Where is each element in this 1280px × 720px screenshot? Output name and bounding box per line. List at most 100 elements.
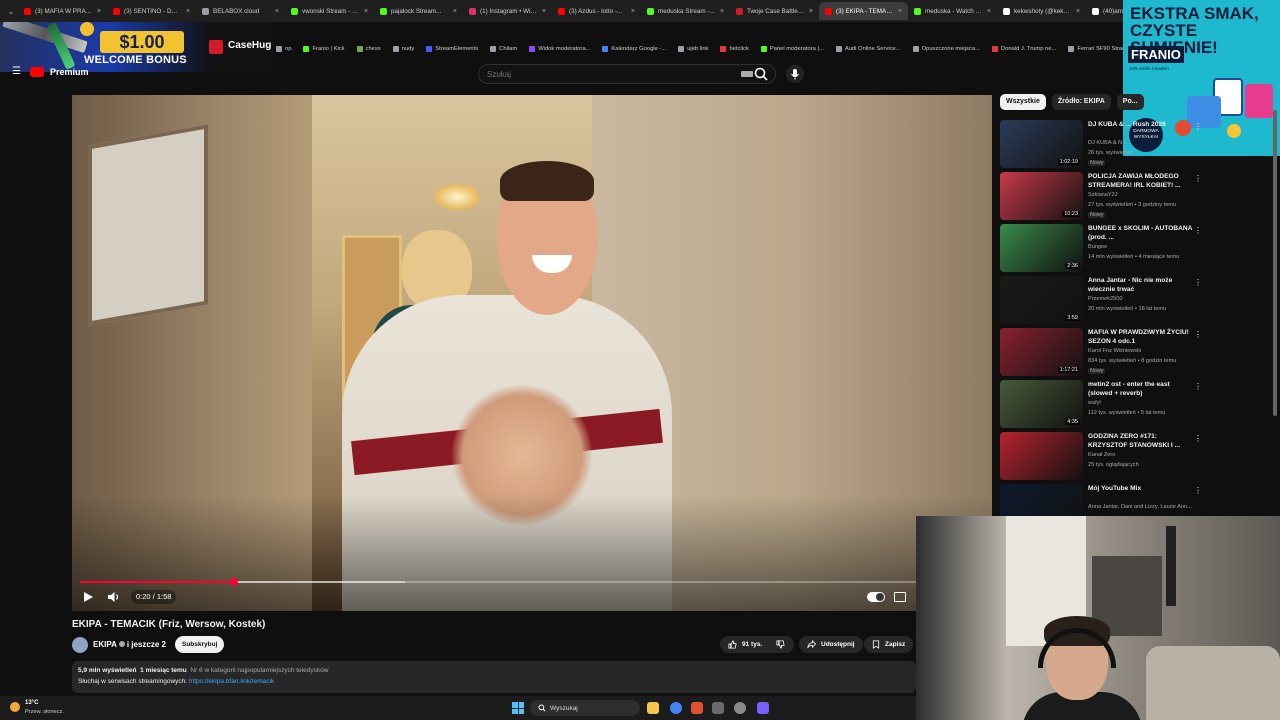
recommendation-item[interactable]: 10:23 POLICJA ZAWIJA MŁODEGO STREAMERA! I… — [1000, 172, 1204, 224]
recommendation-item[interactable]: 4:35 metin2 ost - enter the east (slowed … — [1000, 380, 1204, 432]
recommendation-item[interactable]: 3:59 Anna Jantar - Nic nie może wiecznie … — [1000, 276, 1204, 328]
search-icon[interactable] — [752, 66, 770, 82]
browser-tab[interactable]: BELABOX cloud × — [196, 2, 285, 20]
browser-tab[interactable]: meduska Stream -... × — [641, 2, 730, 20]
dislike-button[interactable] — [770, 636, 794, 653]
bookmark-item[interactable]: ujeb link — [678, 46, 708, 52]
browser-tab[interactable]: Twoje Case Battle -... × — [730, 2, 819, 20]
recommendation-item[interactable]: 1:17:21 MAFIA W PRAWDZIWYM ŻYCIU! SEZON 4… — [1000, 328, 1204, 380]
video-thumbnail[interactable]: 1:17:21 — [1000, 328, 1083, 376]
progress-scrubber[interactable] — [229, 578, 238, 586]
close-icon[interactable]: × — [275, 8, 279, 15]
more-options-icon[interactable]: ⋮ — [1194, 278, 1202, 287]
video-player[interactable] — [72, 95, 992, 611]
progress-bar[interactable] — [80, 578, 984, 586]
browser-tab[interactable]: (1) Instagram • Wia... × — [463, 2, 552, 20]
more-options-icon[interactable]: ⋮ — [1194, 122, 1202, 131]
play-icon[interactable] — [82, 591, 94, 603]
filter-chip[interactable]: Wszystkie — [1000, 94, 1046, 110]
search-input[interactable] — [487, 69, 741, 79]
video-thumbnail[interactable]: 4:35 — [1000, 380, 1083, 428]
browser-tab[interactable]: (3) SENTINO - DYL... × — [107, 2, 196, 20]
close-icon[interactable]: × — [898, 8, 902, 15]
streaming-link[interactable]: https://ekipa.bfan.link/temacik — [189, 678, 274, 685]
scrollbar[interactable] — [1273, 110, 1277, 416]
recommendation-channel[interactable]: SzklanaY2J — [1088, 192, 1118, 198]
filter-chip[interactable]: Źródło: EKIPA — [1051, 94, 1111, 110]
browser-tab[interactable]: (3) EKIPA - TEMACI... × — [819, 2, 908, 20]
bookmark-item[interactable]: Opuszczone miejsca... — [912, 46, 980, 52]
bookmark-item[interactable]: chess — [356, 46, 381, 52]
app-icon[interactable] — [691, 702, 703, 714]
bookmark-item[interactable]: Chilam — [490, 46, 517, 52]
recommendation-title[interactable]: GODZINA ZERO #171: KRZYSZTOF STANOWSKI I… — [1088, 432, 1196, 450]
recommendation-title[interactable]: BUNGEE x SKOLIM - AUTOBANA (prod. ... — [1088, 224, 1196, 242]
close-icon[interactable]: × — [631, 8, 635, 15]
theater-mode-icon[interactable] — [894, 592, 906, 602]
channel-name[interactable]: EKIPA i jeszcze 2 — [93, 640, 166, 649]
settings-icon[interactable] — [734, 702, 746, 714]
browser-tab[interactable]: pajalock Stream... × — [374, 2, 463, 20]
volume-icon[interactable] — [107, 591, 121, 603]
recommendation-channel[interactable]: wafyl — [1088, 400, 1101, 406]
browser-tab[interactable]: (3) MAFIA W PRAW... × — [18, 2, 107, 20]
recommendation-title[interactable]: MAFIA W PRAWDZIWYM ŻYCIU! SEZON 4 odc.1 — [1088, 328, 1196, 346]
browser-tab[interactable]: (3) Azdus - lotto -... × — [552, 2, 641, 20]
bookmark-item[interactable]: Widok moderatora... — [529, 46, 590, 52]
video-thumbnail[interactable]: 1:02:19 — [1000, 120, 1083, 168]
save-button[interactable]: Zapisz — [864, 636, 914, 653]
recommendation-item[interactable]: 1:02:19 DJ KUBA & ... Rush 2026 DJ KUBA & … — [1000, 120, 1204, 172]
more-options-icon[interactable]: ⋮ — [1194, 382, 1202, 391]
subscribe-button[interactable]: Subskrybuj — [175, 636, 225, 653]
video-thumbnail[interactable]: 3:59 — [1000, 276, 1083, 324]
bookmark-item[interactable]: Franio | Kick — [303, 46, 345, 52]
video-thumbnail[interactable] — [1000, 432, 1083, 480]
recommendation-title[interactable]: POLICJA ZAWIJA MŁODEGO STREAMERA! IRL KO… — [1088, 172, 1196, 190]
recommendation-item[interactable]: GODZINA ZERO #171: KRZYSZTOF STANOWSKI I… — [1000, 432, 1204, 484]
close-icon[interactable]: × — [364, 8, 368, 15]
close-icon[interactable]: × — [1076, 8, 1080, 15]
recommendation-title[interactable]: metin2 ost - enter the east (slowed + re… — [1088, 380, 1196, 398]
more-options-icon[interactable]: ⋮ — [1194, 486, 1202, 495]
recommendation-item[interactable]: 2:36 BUNGEE x SKOLIM - AUTOBANA (prod. ..… — [1000, 224, 1204, 276]
autoplay-toggle[interactable] — [867, 592, 885, 602]
recommendation-title[interactable]: Mój YouTube Mix — [1088, 484, 1196, 493]
browser-tab[interactable]: meduska - Watch o... × — [908, 2, 997, 20]
more-options-icon[interactable]: ⋮ — [1194, 226, 1202, 235]
close-icon[interactable]: × — [720, 8, 724, 15]
taskbar-search[interactable]: Wyszukaj — [530, 700, 640, 716]
windows-start-icon[interactable] — [512, 702, 524, 714]
video-thumbnail[interactable]: 10:23 — [1000, 172, 1083, 220]
chrome-icon[interactable] — [670, 702, 682, 714]
channel-name-text[interactable]: EKIPA — [93, 640, 117, 649]
recommendation-channel[interactable]: Kanał Zero — [1088, 452, 1115, 458]
browser-tab[interactable]: vwonski Stream - V... × — [285, 2, 374, 20]
bookmark-item[interactable]: op — [276, 46, 291, 52]
recommendation-channel[interactable]: Bungee — [1088, 244, 1107, 250]
recommendation-title[interactable]: DJ KUBA & ... Rush 2026 — [1088, 120, 1196, 129]
close-icon[interactable]: × — [186, 8, 190, 15]
weather-sun-icon[interactable] — [10, 702, 20, 712]
hamburger-menu-icon[interactable]: ☰ — [12, 66, 24, 77]
more-options-icon[interactable]: ⋮ — [1194, 174, 1202, 183]
youtube-logo[interactable]: ☰ Premium — [12, 66, 89, 77]
bookmark-item[interactable]: Audi Online Service... — [835, 46, 901, 52]
filter-chip[interactable]: Po... — [1116, 94, 1144, 110]
bookmark-item[interactable]: Panel moderatora |... — [760, 46, 824, 52]
close-icon[interactable]: × — [987, 8, 991, 15]
channel-collab-text[interactable]: i jeszcze 2 — [127, 640, 166, 649]
recommendation-title[interactable]: Anna Jantar - Nic nie może wiecznie trwa… — [1088, 276, 1196, 294]
video-description[interactable]: 5,9 mln wyświetleń 1 miesiąc temu Nr 6 w… — [72, 661, 916, 693]
recommendation-channel[interactable]: Anna Jantar, Dani and Lizzy, Laurie Ann.… — [1088, 504, 1192, 510]
close-icon[interactable]: × — [97, 8, 101, 15]
app-icon[interactable] — [712, 702, 724, 714]
bookmark-item[interactable]: StreamElements — [426, 46, 478, 52]
bookmark-item[interactable]: Donald J. Trump ne... — [991, 46, 1056, 52]
discord-icon[interactable] — [757, 702, 769, 714]
video-thumbnail[interactable]: 2:36 — [1000, 224, 1083, 272]
close-icon[interactable]: × — [542, 8, 546, 15]
microphone-icon[interactable] — [786, 65, 804, 83]
more-options-icon[interactable]: ⋮ — [1194, 330, 1202, 339]
bookmark-item[interactable]: nudy — [392, 46, 414, 52]
close-icon[interactable]: × — [453, 8, 457, 15]
